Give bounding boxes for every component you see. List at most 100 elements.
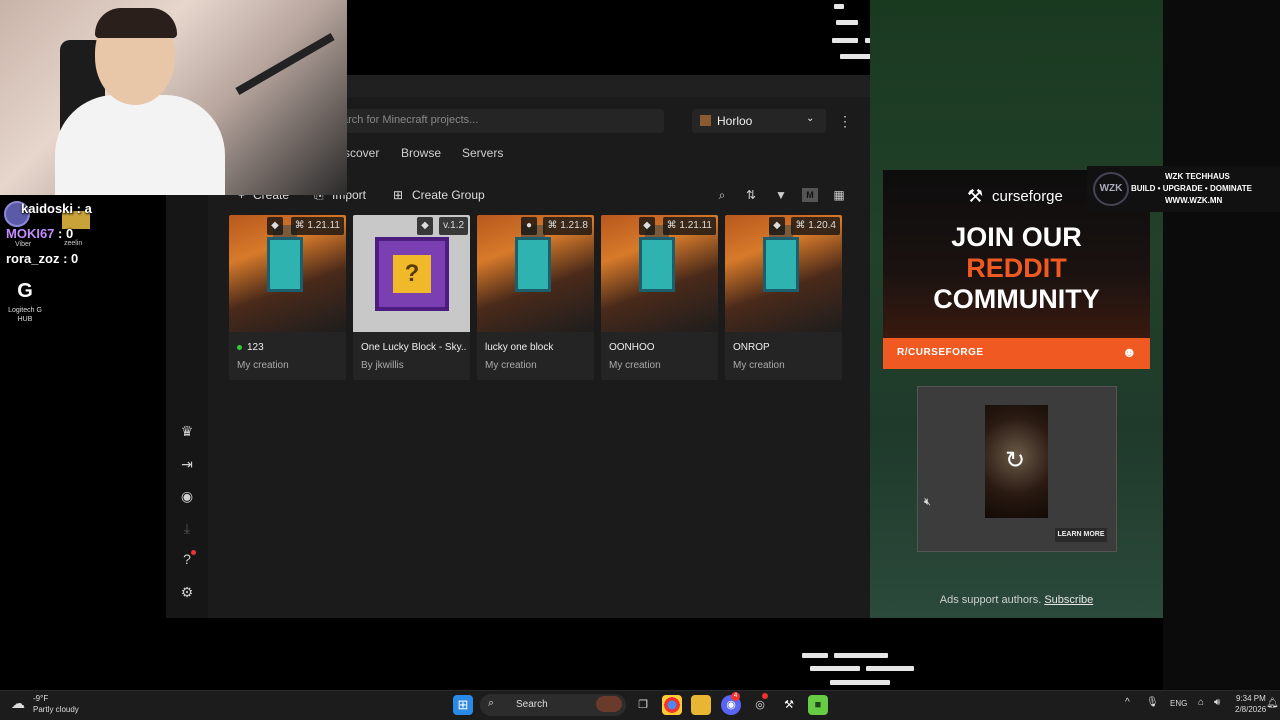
tab-discover[interactable]: scover (344, 146, 379, 160)
filter-icon[interactable]: ▼ (773, 188, 789, 202)
ad-line-1: JOIN OUR (951, 222, 1082, 252)
discord-badge: 4 (731, 692, 740, 701)
project-card[interactable]: ◆ ⌘ 1.20.4 ONROP My creation (725, 215, 842, 380)
wallpaper-dashes-bottom (800, 650, 930, 690)
grid-view-icon[interactable]: ▦ (831, 188, 847, 202)
project-card[interactable]: ◆ ⌘ 1.21.11 123 My creation (229, 215, 346, 380)
more-menu-icon[interactable]: ⋮ (838, 113, 852, 130)
network-icon[interactable]: ⌂ (1198, 697, 1204, 708)
card-title: lucky one block (485, 342, 554, 353)
task-view-icon[interactable]: ❐ (633, 695, 653, 715)
zeelin-label: zeelin (64, 240, 83, 247)
version-badge: ⌘ 1.20.4 (791, 217, 840, 235)
chrome-icon[interactable] (662, 695, 682, 715)
volume-icon[interactable]: 🔊︎ (1214, 697, 1220, 708)
profile-name: Horloo (717, 114, 753, 128)
card-thumbnail: ◆ ⌘ 1.21.11 (601, 215, 718, 332)
card-subtitle: By jkwillis (361, 360, 404, 371)
weather-temp[interactable]: -9°F (33, 694, 48, 703)
clock-time[interactable]: 9:34 PM (1236, 694, 1266, 703)
search-icon: ⌕ (488, 697, 495, 709)
status-dot (237, 345, 242, 350)
profile-avatar-icon (700, 115, 711, 126)
version-badge: v.1.2 (439, 217, 468, 235)
desktop-wallpaper (1163, 0, 1280, 690)
curseforge-taskbar-icon[interactable]: ⚒ (779, 695, 799, 715)
wzk-title: WZK TECHHAUS (1165, 172, 1230, 181)
tag-icon: ◆ (639, 217, 655, 235)
desktop-bg (347, 0, 870, 75)
recording-dot (762, 693, 768, 699)
settings-gear-icon[interactable]: ⚙ (176, 581, 198, 603)
controller-icon: ⌘ (294, 220, 308, 231)
card-thumbnail: ◆ ⌘ 1.21.11 (229, 215, 346, 332)
modpack-view-toggle[interactable]: M (802, 188, 818, 202)
create-group-icon: ⊞ (393, 188, 404, 202)
card-title: OONHOO (609, 342, 655, 353)
viber-label: Viber (15, 241, 32, 248)
version-label: 1.21.11 (679, 220, 712, 231)
logitech-g-icon[interactable]: G (12, 278, 38, 304)
ads-support-text: Ads support authors. (939, 594, 1042, 606)
ads-support-note: Ads support authors. Subscribe (870, 594, 1163, 606)
sort-icon[interactable]: ⇅ (743, 188, 759, 202)
card-subtitle: My creation (485, 360, 537, 371)
ad-line-3: COMMUNITY (933, 284, 1100, 314)
crown-icon[interactable]: ♛ (176, 420, 198, 442)
card-thumbnail: ◆ ⌘ 1.20.4 (725, 215, 842, 332)
wzk-logo-icon: WZK (1093, 172, 1129, 206)
chat-message: rora_zoz : 0 (6, 251, 79, 266)
version-badge: ⌘ 1.21.11 (290, 217, 344, 235)
create-group-button[interactable]: Create Group (412, 188, 485, 202)
tag-icon: ◆ (769, 217, 785, 235)
download-icon[interactable]: ⤓ (176, 517, 198, 539)
card-title: ONROP (733, 342, 770, 353)
card-subtitle: My creation (237, 360, 289, 371)
controller-icon: ⌘ (547, 220, 561, 231)
mic-icon[interactable]: 🎙︎ (1146, 697, 1159, 708)
subscribe-link[interactable]: Subscribe (1044, 594, 1093, 606)
wzk-overlay: WZK WZK TECHHAUS BUILD • UPGRADE • DOMIN… (1087, 166, 1280, 212)
card-subtitle: My creation (733, 360, 785, 371)
card-subtitle: My creation (609, 360, 661, 371)
profile-selector[interactable]: Horloo ⌄ (692, 109, 826, 133)
search-icon[interactable]: ⌕ (714, 188, 730, 203)
version-label: 1.20.4 (808, 220, 836, 231)
chat-user: kaidoski (21, 201, 74, 216)
notification-bell-icon[interactable]: 🔔︎ (1266, 698, 1279, 709)
search-highlight-icon (596, 696, 622, 712)
subreddit-label: R/CURSEFORGE (897, 347, 984, 358)
tag-icon: ◆ (267, 217, 283, 235)
learn-more-button[interactable]: LEARN MORE (1055, 528, 1107, 542)
help-notification-dot (191, 550, 196, 555)
project-card[interactable]: ? ◆ v.1.2 One Lucky Block - Sky... By jk… (353, 215, 470, 380)
mute-icon[interactable]: 🔇︎ (924, 496, 931, 509)
login-icon[interactable]: ⇥ (176, 453, 198, 475)
replay-icon[interactable]: ↻ (1005, 446, 1025, 475)
file-explorer-icon[interactable] (691, 695, 711, 715)
project-card[interactable]: ● ⌘ 1.21.8 lucky one block My creation (477, 215, 594, 380)
start-icon[interactable]: ⊞ (453, 695, 473, 715)
minecraft-icon[interactable]: ■ (808, 695, 828, 715)
ad-line-2: REDDIT (966, 253, 1067, 283)
tab-browse[interactable]: Browse (401, 146, 441, 160)
version-badge: ⌘ 1.21.8 (543, 217, 592, 235)
tab-servers[interactable]: Servers (462, 146, 503, 160)
project-card[interactable]: ◆ ⌘ 1.21.11 OONHOO My creation (601, 215, 718, 380)
discord-icon[interactable]: ◉ (176, 485, 198, 507)
card-thumbnail: ? ◆ v.1.2 (353, 215, 470, 332)
tray-chevron-icon[interactable]: ^ (1125, 697, 1130, 708)
version-label: 1.21.8 (560, 220, 588, 231)
chat-user: rora_zoz (6, 251, 60, 266)
controller-icon: ⌘ (666, 220, 680, 231)
language-indicator[interactable]: ENG (1170, 699, 1187, 708)
weather-desc[interactable]: Partly cloudy (33, 705, 79, 714)
chat-message: kaidoski : a (21, 201, 92, 216)
tag-icon: ◆ (417, 217, 433, 235)
chat-text: 0 (65, 226, 74, 241)
controller-icon: ⌘ (795, 220, 809, 231)
search-input[interactable]: arch for Minecraft projects... (336, 109, 664, 133)
chat-text: 0 (71, 251, 79, 266)
wzk-tagline: BUILD • UPGRADE • DOMINATE (1131, 184, 1253, 193)
clock-date[interactable]: 2/8/2026 (1235, 705, 1266, 714)
